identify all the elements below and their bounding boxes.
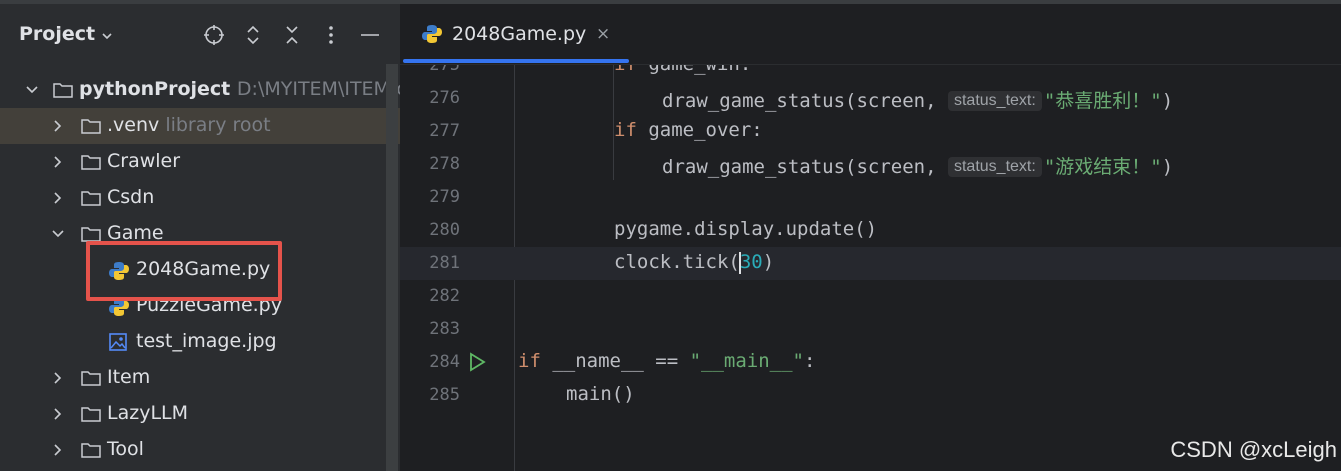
run-gutter-icon[interactable] — [468, 352, 486, 376]
tree-item-pythonproject[interactable]: pythonProject D:\MYITEM\ITEM\c — [0, 72, 407, 108]
chevron-down-icon[interactable] — [100, 28, 114, 47]
close-icon[interactable]: × — [596, 24, 610, 44]
tab-2048game[interactable]: 2048Game.py × — [400, 4, 629, 64]
tree-item-crawler[interactable]: Crawler — [0, 144, 400, 180]
folder-icon — [52, 80, 74, 100]
folder-icon — [80, 404, 102, 424]
tab-label: 2048Game.py — [452, 23, 587, 45]
code-text: if game_over: — [614, 119, 763, 141]
code-line: 276 draw_game_status(screen, status_text… — [400, 82, 1341, 115]
code-text: main() — [566, 383, 635, 405]
project-panel-header: Project — [0, 4, 400, 64]
collapse-all-icon[interactable] — [281, 24, 303, 46]
chevron-right-icon[interactable] — [50, 118, 66, 134]
line-number: 275 — [429, 65, 460, 75]
line-number: 283 — [429, 319, 460, 339]
code-line: 275 if game_win: — [400, 65, 1341, 82]
watermark: CSDN @xcLeigh — [1170, 437, 1337, 462]
chevron-right-icon[interactable] — [50, 190, 66, 206]
minimize-panel-icon[interactable] — [359, 24, 381, 46]
tree-item-label: pythonProject — [79, 78, 231, 100]
python-file-icon — [421, 23, 443, 49]
editor-tab-bar: 2048Game.py × — [400, 4, 1341, 65]
chevron-right-icon[interactable] — [50, 442, 66, 458]
folder-icon — [80, 368, 102, 388]
chevron-right-icon[interactable] — [50, 406, 66, 422]
active-tab-indicator — [403, 59, 629, 63]
tree-item-label: Csdn — [107, 186, 155, 208]
tree-item-label: .venv — [107, 114, 160, 136]
line-number: 281 — [429, 253, 460, 273]
line-number: 282 — [429, 286, 460, 306]
locate-target-icon[interactable] — [203, 24, 225, 46]
tree-item-label: test_image.jpg — [136, 330, 277, 352]
code-text: if __name__ == "__main__": — [518, 350, 816, 372]
project-panel-title[interactable]: Project — [19, 23, 95, 45]
annotation-highlight-box — [86, 241, 282, 301]
chevron-right-icon[interactable] — [50, 370, 66, 386]
code-line: 282 — [400, 280, 1341, 313]
code-line: 278 draw_game_status(screen, status_text… — [400, 148, 1341, 181]
line-number: 284 — [429, 352, 460, 372]
folder-icon — [80, 440, 102, 460]
tree-item-test-image[interactable]: test_image.jpg — [0, 324, 400, 360]
chevron-right-icon[interactable] — [50, 154, 66, 170]
code-line-current: 281 clock.tick(30) — [400, 247, 1341, 280]
code-editor: 2048Game.py × 275 if game_win: 276 draw_… — [400, 4, 1341, 471]
code-text: pygame.display.update() — [614, 218, 878, 240]
more-options-icon[interactable] — [320, 24, 342, 46]
code-text: draw_game_status(screen, status_text: "游戏… — [662, 156, 1174, 178]
line-number: 277 — [429, 121, 460, 141]
line-number: 280 — [429, 220, 460, 240]
tree-item-label: Crawler — [107, 150, 181, 172]
chevron-down-icon[interactable] — [50, 226, 66, 242]
code-line: 279 — [400, 181, 1341, 214]
chevron-down-icon[interactable] — [24, 82, 40, 98]
image-file-icon — [108, 332, 130, 352]
code-line: 283 — [400, 313, 1341, 346]
tree-item-tool[interactable]: Tool — [0, 432, 400, 468]
expand-all-icon[interactable] — [242, 24, 264, 46]
tree-item-csdn[interactable]: Csdn — [0, 180, 400, 216]
code-text: draw_game_status(screen, status_text: "恭喜… — [662, 90, 1174, 112]
library-root-hint: library root — [165, 114, 271, 136]
code-text: clock.tick(30) — [614, 251, 775, 274]
line-number: 279 — [429, 187, 460, 207]
project-path-hint: D:\MYITEM\ITEM\c — [236, 78, 407, 100]
parameter-hint: status_text: — [947, 157, 1042, 177]
line-number: 276 — [429, 88, 460, 108]
tree-item-lazyllm[interactable]: LazyLLM — [0, 396, 400, 432]
code-area[interactable]: 275 if game_win: 276 draw_game_status(sc… — [400, 65, 1341, 471]
tree-item-item[interactable]: Item — [0, 360, 400, 396]
code-line: 284 if __name__ == "__main__": — [400, 346, 1341, 379]
tree-item-label: LazyLLM — [107, 402, 189, 424]
folder-icon — [80, 188, 102, 208]
code-line: 285 main() — [400, 379, 1341, 412]
tree-item-label: Tool — [107, 438, 144, 460]
folder-icon — [80, 116, 102, 136]
line-number: 278 — [429, 154, 460, 174]
project-sidebar: Project pythonProject D:\MYITEM\ITEM\c .… — [0, 4, 407, 471]
code-line: 280 pygame.display.update() — [400, 214, 1341, 247]
code-text: if game_win: — [614, 65, 751, 75]
sidebar-scrollbar[interactable] — [386, 64, 398, 471]
tree-item-label: Item — [107, 366, 151, 388]
folder-icon — [80, 152, 102, 172]
parameter-hint: status_text: — [947, 91, 1042, 111]
line-number: 285 — [429, 385, 460, 405]
code-line: 277 if game_over: — [400, 115, 1341, 148]
tree-item-venv[interactable]: .venv library root — [0, 108, 400, 144]
